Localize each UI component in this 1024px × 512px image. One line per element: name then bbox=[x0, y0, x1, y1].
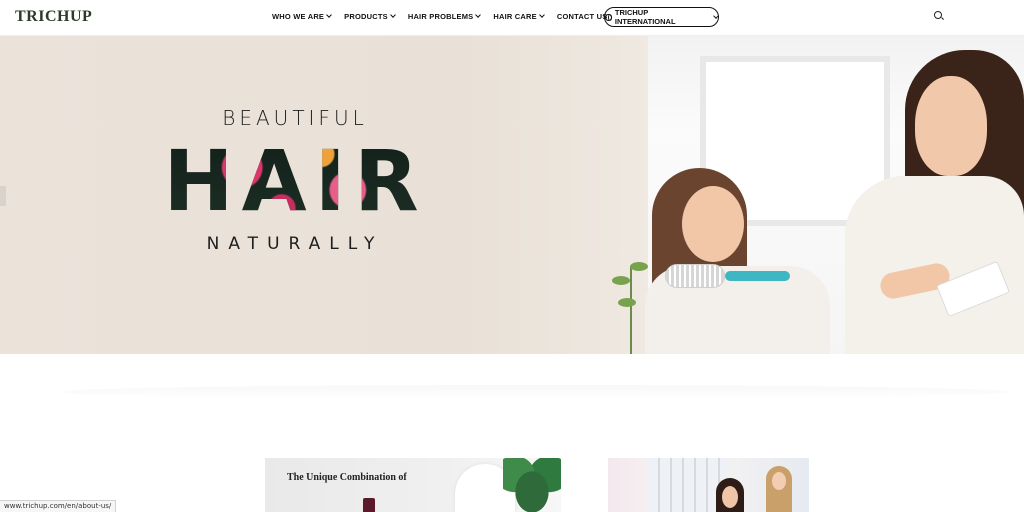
hero-line-hair: HAIR bbox=[150, 136, 440, 226]
chevron-down-icon bbox=[538, 12, 545, 18]
plant-leaf bbox=[630, 262, 648, 271]
status-bar-url: www.trichup.com/en/about-us/ bbox=[0, 500, 117, 512]
carousel-prev-handle[interactable] bbox=[0, 186, 6, 206]
hero-headline: BEAUTIFUL HAIR NATURALLY bbox=[150, 106, 440, 254]
plant-leaf bbox=[612, 276, 630, 285]
trichup-international-label: TRICHUP INTERNATIONAL bbox=[614, 8, 676, 26]
hairbrush-handle bbox=[725, 271, 790, 281]
nav-contact-us-label: CONTACT US bbox=[556, 12, 608, 21]
monstera-leaf-image bbox=[503, 458, 561, 512]
girl-face bbox=[682, 186, 744, 262]
nav-hair-care[interactable]: HAIR CARE bbox=[493, 12, 545, 21]
nav-hair-problems-label: HAIR PROBLEMS bbox=[407, 12, 474, 21]
chevron-down-icon bbox=[389, 12, 396, 18]
nav-hair-problems[interactable]: HAIR PROBLEMS bbox=[407, 12, 482, 21]
nav-hair-care-label: HAIR CARE bbox=[493, 12, 537, 21]
mother-photo bbox=[716, 478, 744, 512]
hero-hair-floral-text: HAIR bbox=[163, 132, 427, 230]
chevron-down-icon bbox=[475, 12, 482, 18]
product-bottle-image bbox=[363, 498, 375, 512]
hero-line-naturally: NATURALLY bbox=[206, 234, 384, 254]
nav-contact-us[interactable]: CONTACT US bbox=[557, 12, 608, 21]
nav-who-we-are[interactable]: WHO WE ARE bbox=[272, 12, 332, 21]
section-divider bbox=[60, 385, 1010, 399]
main-nav: WHO WE ARE PRODUCTS HAIR PROBLEMS HAIR C… bbox=[272, 12, 607, 21]
card-title: The Unique Combination of bbox=[287, 472, 407, 483]
globe-icon bbox=[605, 13, 612, 21]
hero-banner[interactable]: BEAUTIFUL HAIR NATURALLY bbox=[0, 36, 1024, 354]
hero-line-beautiful: BEAUTIFUL bbox=[222, 106, 368, 130]
mother-face bbox=[915, 76, 987, 176]
unique-combination-card[interactable]: The Unique Combination of bbox=[265, 458, 561, 512]
daughter-photo bbox=[766, 466, 792, 512]
plant-leaf bbox=[618, 298, 636, 307]
site-header: TRICHUP WHO WE ARE PRODUCTS HAIR PROBLEM… bbox=[0, 0, 1024, 36]
chevron-down-icon bbox=[713, 12, 719, 19]
trichup-international-button[interactable]: TRICHUP INTERNATIONAL bbox=[604, 7, 719, 27]
search-icon[interactable] bbox=[934, 11, 944, 21]
brand-logo[interactable]: TRICHUP bbox=[15, 8, 92, 26]
mother-daughter-card[interactable] bbox=[608, 458, 809, 512]
nav-products-label: PRODUCTS bbox=[344, 12, 388, 21]
hairbrush-image bbox=[665, 264, 725, 288]
chevron-down-icon bbox=[326, 12, 332, 18]
nav-who-we-are-label: WHO WE ARE bbox=[272, 12, 325, 21]
plant-image bbox=[630, 266, 632, 354]
nav-products[interactable]: PRODUCTS bbox=[344, 12, 396, 21]
